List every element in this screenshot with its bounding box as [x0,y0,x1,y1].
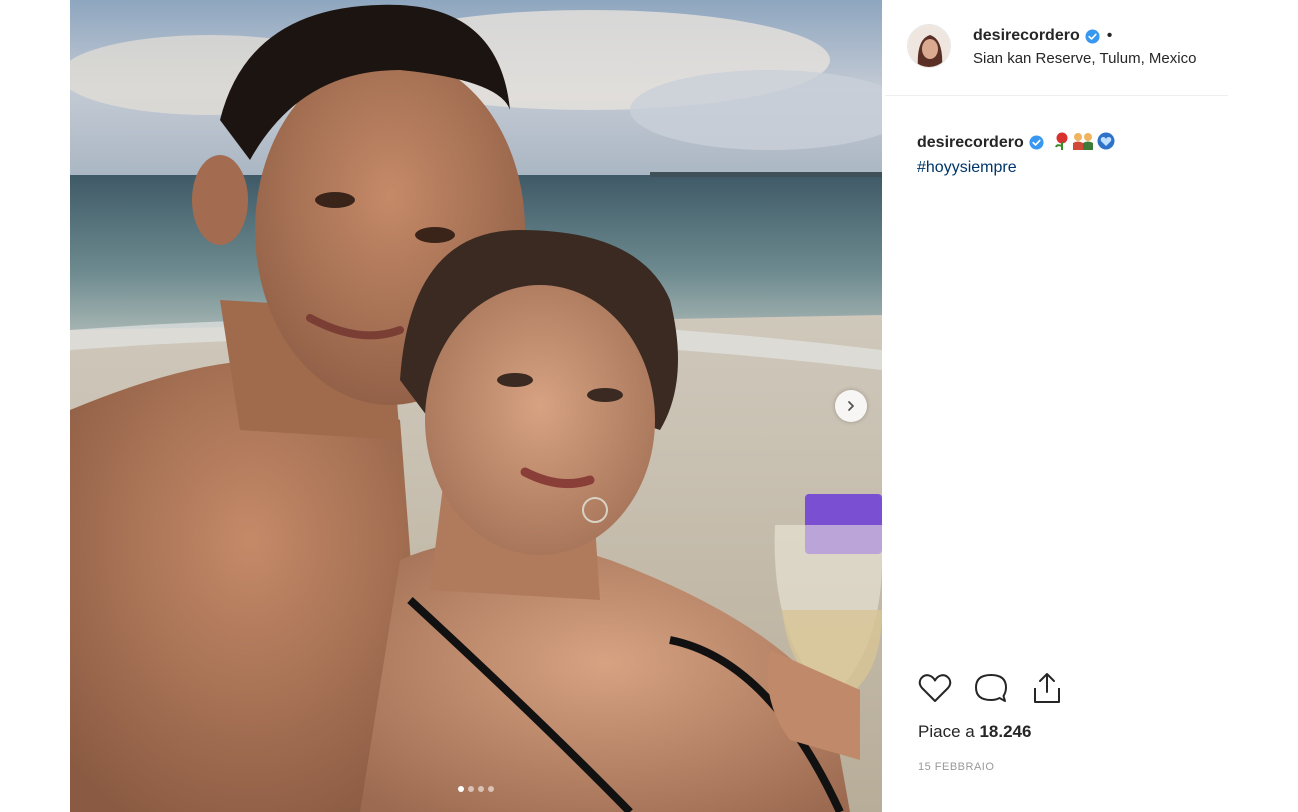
share-button[interactable] [1029,670,1065,706]
location-link[interactable]: Sian kan Reserve, Tulum, Mexico [973,50,1196,67]
likes-number: 18.246 [979,722,1032,741]
post-caption: desirecordero #hoyysiempre [917,130,1217,180]
share-upload-icon [1034,673,1060,703]
post-actions [917,670,1065,706]
profile-picture [908,25,950,67]
chevron-right-icon [848,401,854,411]
hashtag-link[interactable]: #hoyysiempre [917,155,1217,180]
carousel-dot [468,786,474,792]
verified-badge-icon [1085,28,1100,44]
blue-heart-emoji [1097,132,1115,150]
heart-icon [918,674,952,702]
comment-button[interactable] [973,670,1009,706]
carousel-indicator [70,786,882,792]
post-photo[interactable] [70,0,882,812]
avatar[interactable] [907,24,951,68]
post-header: desirecordero • Sian kan Reserve, Tulum,… [885,0,1228,96]
like-button[interactable] [917,670,953,706]
comment-bubble-icon [975,674,1007,702]
likes-prefix: Piace a [918,722,975,741]
beach-selfie-image [70,0,882,812]
post-details-panel: desirecordero • Sian kan Reserve, Tulum,… [885,0,1228,812]
rose-emoji [1055,132,1068,150]
username-link[interactable]: desirecordero [973,27,1080,45]
caption-emojis [1054,132,1116,150]
username-row: desirecordero • [973,27,1112,45]
carousel-next-button[interactable] [835,390,867,422]
couple-emoji [1073,133,1094,150]
carousel-dot [458,786,464,792]
post-date: 15 FEBBRAIO [918,761,995,773]
verified-badge-icon [1029,135,1044,150]
likes-count[interactable]: Piace a 18.246 [918,722,1031,742]
separator-dot: • [1106,27,1113,44]
carousel-dot [488,786,494,792]
caption-username-link[interactable]: desirecordero [917,130,1024,155]
carousel-dot [478,786,484,792]
caption-username-row: desirecordero [917,130,1044,155]
